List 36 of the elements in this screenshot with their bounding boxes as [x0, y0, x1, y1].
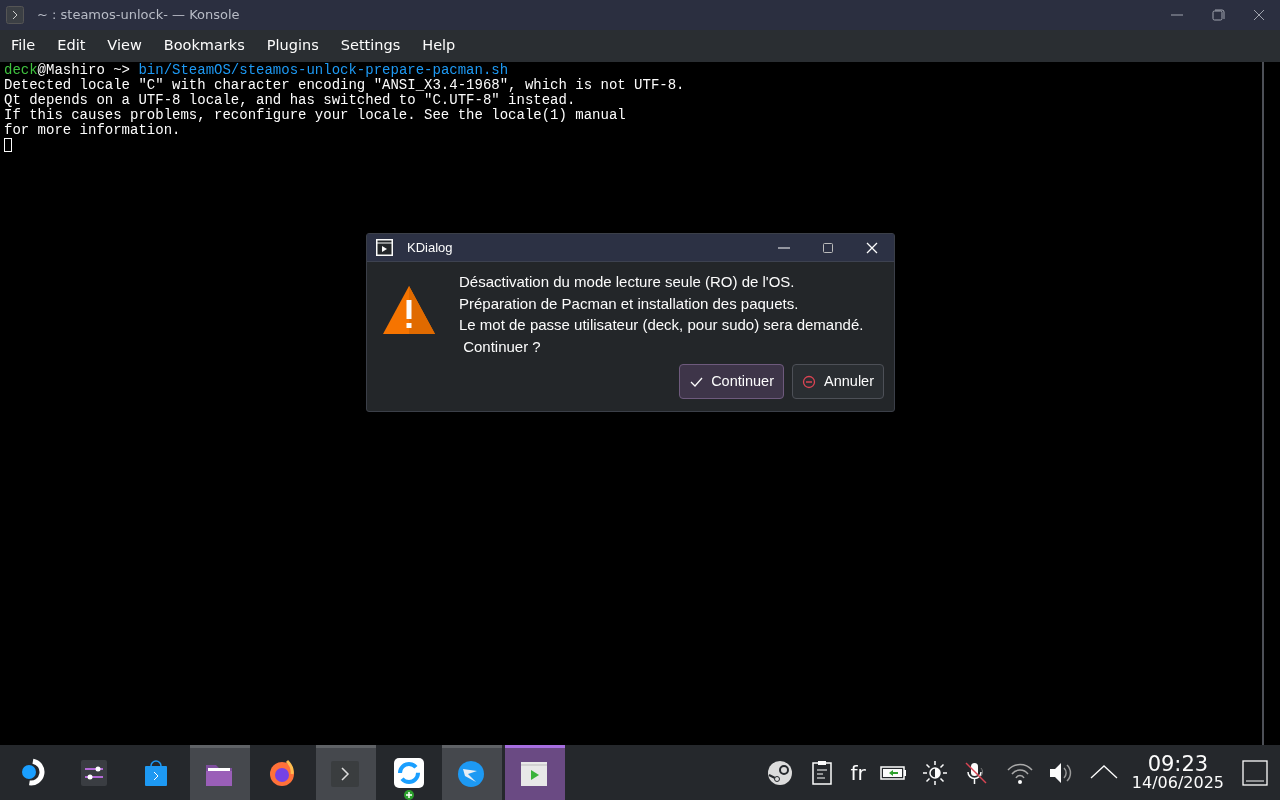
terminal-icon: [330, 759, 362, 789]
terminal-line: Qt depends on a UTF-8 locale, and has switched to "C.UTF-8" instead.: [4, 93, 577, 108]
prompt-user: deck: [4, 62, 38, 78]
scrollbar[interactable]: [1262, 62, 1264, 745]
continue-button[interactable]: Continuer: [679, 364, 784, 399]
cancel-icon: [802, 374, 816, 389]
clock-date[interactable]: 14/06/2025: [1131, 775, 1224, 791]
window-title: ~ : steamos-unlock- — Konsole: [37, 6, 241, 25]
dialog-app-icon: [376, 239, 393, 256]
cancel-button[interactable]: Annuler: [792, 364, 884, 399]
terminal-line: If this causes problems, reconfigure your locale. See the locale(1) manual: [4, 108, 627, 123]
message-text: Préparation de Pacman et installation des paquets.: [459, 293, 800, 314]
command-text: bin/SteamOS/steamos-unlock-prepare-pacman.sh: [138, 62, 509, 78]
terminal-line: for more information.: [4, 123, 182, 138]
menu-item[interactable]: Settings: [329, 35, 412, 57]
sync-app-icon: [393, 756, 425, 800]
brightness-icon[interactable]: [921, 759, 950, 786]
menu-item[interactable]: Plugins: [255, 35, 330, 57]
terminal-line: Detected locale "C" with character encoding "ANSI_X3.4-1968", which is not UTF-8.: [4, 78, 686, 93]
menu-item[interactable]: Help: [411, 35, 467, 57]
terminal-app-icon: [6, 6, 24, 24]
message-text: Le mot de passe utilisateur (deck, pour sudo) sera demandé.: [459, 315, 865, 335]
menu-item[interactable]: Bookmarks: [152, 35, 256, 57]
menu-item[interactable]: View: [96, 35, 153, 57]
cursor-icon: [4, 138, 12, 152]
menu-item[interactable]: Edit: [46, 35, 97, 57]
menu-item[interactable]: File: [0, 35, 47, 57]
steam-icon[interactable]: [766, 759, 795, 786]
restore-button[interactable]: [1209, 6, 1227, 24]
message-text: Désactivation du mode lecture seule (RO) de l'OS.: [459, 272, 796, 292]
message-text: Continuer ?: [462, 336, 542, 357]
show-desktop-button[interactable]: [1242, 759, 1268, 786]
keyboard-layout-indicator[interactable]: fr: [850, 757, 866, 788]
clock-time[interactable]: 09:23: [1147, 754, 1209, 775]
prompt-host: @Mashiro ~>: [37, 62, 132, 78]
dialog-title: KDialog: [407, 238, 454, 257]
